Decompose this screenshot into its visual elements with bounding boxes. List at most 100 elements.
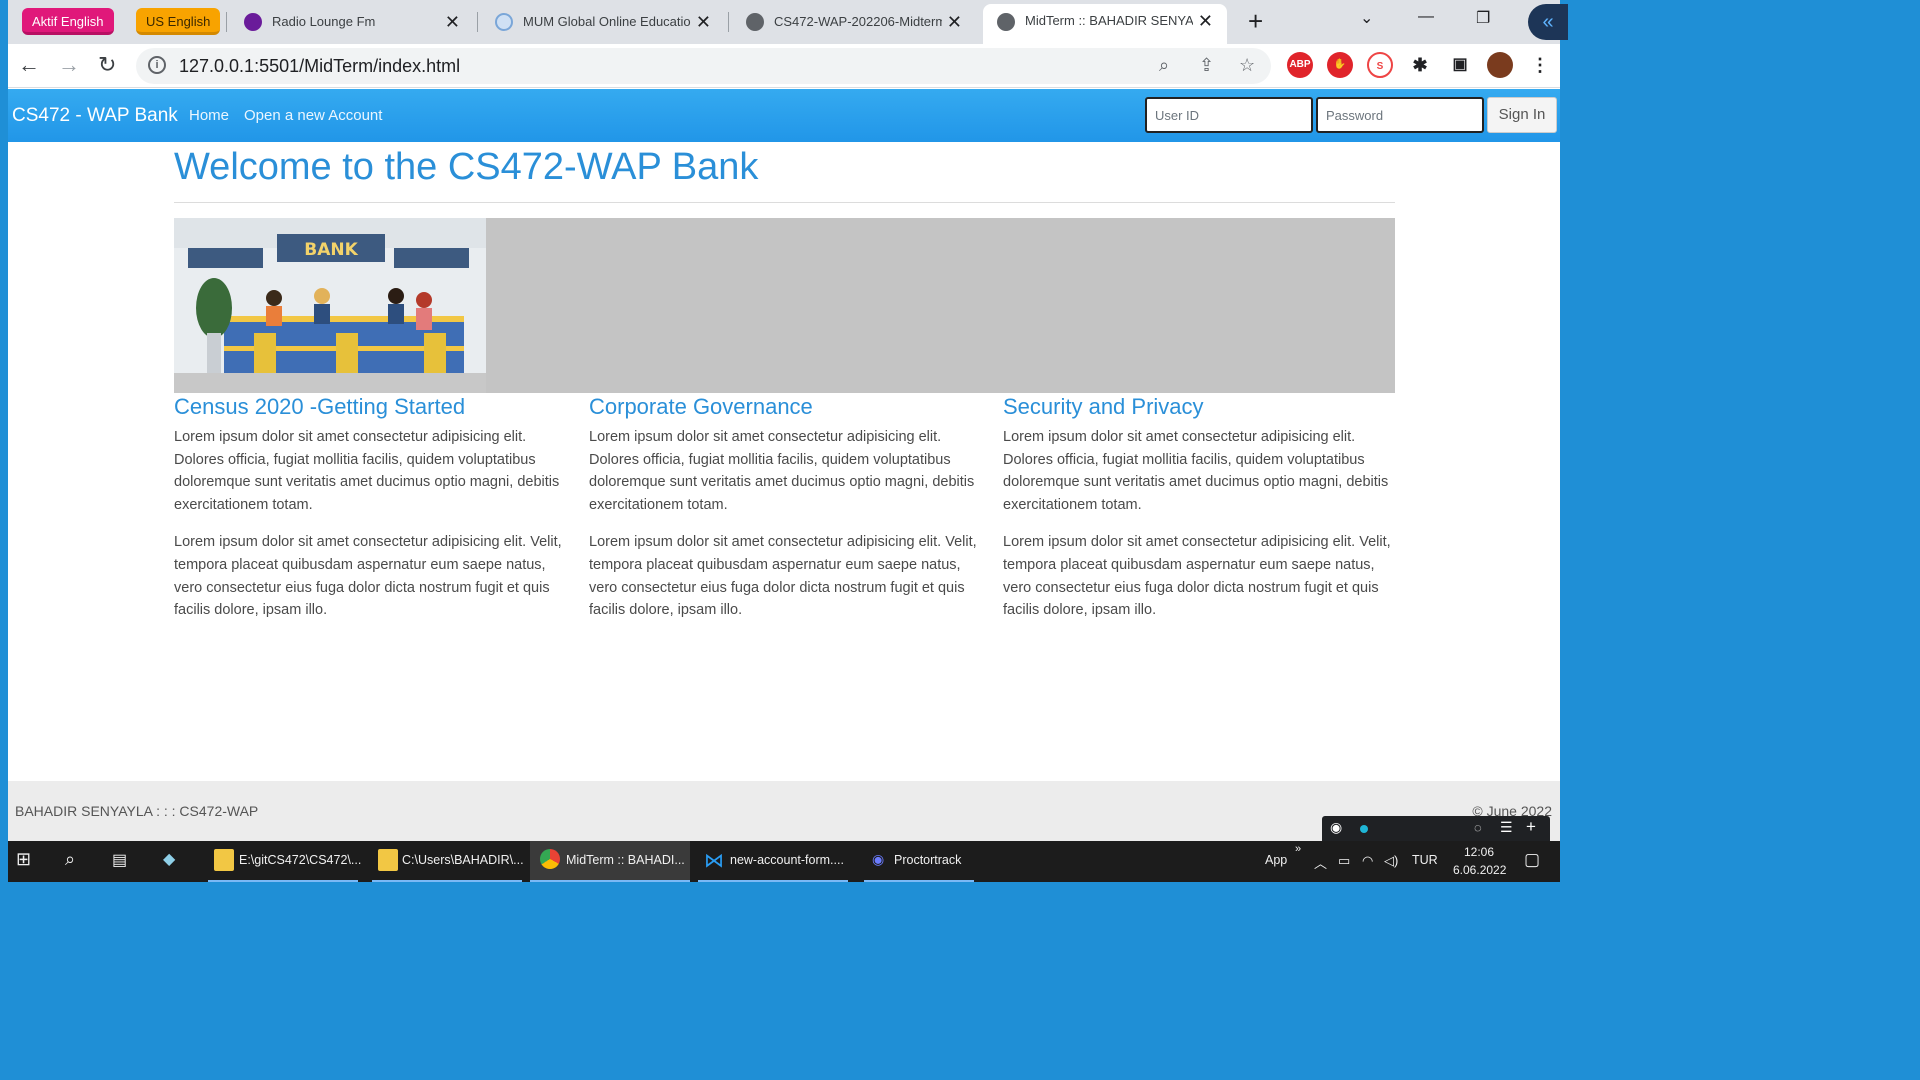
app-label[interactable]: App xyxy=(1265,853,1287,867)
tab-separator xyxy=(728,12,729,32)
bank-illustration: BANK xyxy=(174,218,486,393)
folder-icon xyxy=(378,849,398,871)
overflow-chevron-icon[interactable]: » xyxy=(1295,843,1301,855)
radio-favicon-icon xyxy=(244,13,262,31)
password-input[interactable] xyxy=(1316,97,1484,133)
task-view-icon[interactable]: ▤ xyxy=(112,850,127,870)
column-paragraph: Lorem ipsum dolor sit amet consectetur a… xyxy=(174,429,560,513)
browser-toolbar: ← → ↻ i 127.0.0.1:5501/MidTerm/index.htm… xyxy=(8,44,1560,88)
battery-icon[interactable]: ▭ xyxy=(1338,853,1350,869)
s-extension-icon[interactable]: S xyxy=(1367,52,1393,78)
status-dot-icon xyxy=(1360,825,1368,833)
wifi-icon[interactable]: ◠ xyxy=(1362,853,1373,869)
volume-icon[interactable]: ◁) xyxy=(1384,853,1398,869)
column-heading[interactable]: Census 2020 -Getting Started xyxy=(174,394,569,420)
windows-start-icon[interactable]: ⊞ xyxy=(16,849,31,870)
url-text: 127.0.0.1:5501/MidTerm/index.html xyxy=(179,56,461,76)
menu-dots-icon[interactable]: ⋮ xyxy=(1527,52,1553,78)
new-tab-button[interactable]: + xyxy=(1248,6,1263,37)
footer-author: BAHADIR SENYAYLA : : : CS472-WAP xyxy=(15,803,259,819)
extensions-puzzle-icon[interactable]: ✱ xyxy=(1407,52,1433,78)
tab-mum-global[interactable]: MUM Global Online Education ✕ xyxy=(481,6,725,38)
close-tab-icon[interactable]: ✕ xyxy=(445,6,460,38)
column-paragraph: Lorem ipsum dolor sit amet consectetur a… xyxy=(1003,429,1389,513)
column-heading[interactable]: Security and Privacy xyxy=(1003,394,1398,420)
windows-taskbar: ⊞ ⌕ ▤ ◆ E:\gitCS472\CS472\... C:\Users\B… xyxy=(8,841,1560,882)
column-census: Census 2020 -Getting Started Lorem ipsum… xyxy=(174,394,569,622)
column-paragraph: Lorem ipsum dolor sit amet consectetur a… xyxy=(589,534,977,619)
collapse-sidebar-icon[interactable]: « xyxy=(1528,4,1568,40)
globe-icon xyxy=(997,13,1015,31)
close-tab-icon[interactable]: ✕ xyxy=(947,6,962,38)
zoom-icon[interactable]: ⌕ xyxy=(1159,55,1169,76)
tray-up-icon[interactable]: ︿ xyxy=(1314,853,1327,872)
add-icon[interactable]: + xyxy=(1526,817,1536,837)
restore-icon[interactable]: ❐ xyxy=(1476,8,1490,28)
site-brand[interactable]: CS472 - WAP Bank xyxy=(12,105,178,127)
language-indicator[interactable]: TUR xyxy=(1412,853,1438,867)
clock-time[interactable]: 12:06 xyxy=(1464,845,1494,859)
app-pinned-icon[interactable]: ◆ xyxy=(163,849,175,869)
forward-arrow-icon[interactable]: → xyxy=(58,52,80,78)
tab-search-icon[interactable]: ⌄ xyxy=(1360,8,1373,28)
address-bar[interactable]: i 127.0.0.1:5501/MidTerm/index.html ⌕ ⇪ … xyxy=(136,48,1271,84)
list-icon[interactable]: ☰ xyxy=(1500,819,1513,836)
hero-banner: BANK xyxy=(174,218,1395,393)
tab-radio-lounge[interactable]: Radio Lounge Fm ✕ xyxy=(230,6,474,38)
nav-open-account-link[interactable]: Open a new Account xyxy=(244,107,382,124)
notifications-icon[interactable]: ▢ xyxy=(1524,850,1540,870)
sign-in-button[interactable]: Sign In xyxy=(1487,97,1557,133)
tab-separator xyxy=(477,12,478,32)
profile-avatar[interactable] xyxy=(1487,52,1513,78)
tab-group-aktif-english[interactable]: Aktif English xyxy=(22,8,114,35)
minimize-icon[interactable]: — xyxy=(1418,8,1434,26)
taskbar-item-explorer-1[interactable]: E:\gitCS472\CS472\... xyxy=(239,853,361,867)
clock-date[interactable]: 6.06.2022 xyxy=(1453,863,1506,877)
column-paragraph: Lorem ipsum dolor sit amet consectetur a… xyxy=(1003,534,1391,619)
column-security: Security and Privacy Lorem ipsum dolor s… xyxy=(1003,394,1398,622)
vscode-icon: ⋈ xyxy=(704,850,724,872)
taskbar-item-proctortrack[interactable]: Proctortrack xyxy=(894,853,961,867)
tab-title: MidTerm :: BAHADIR SENYAYLA xyxy=(1025,13,1193,28)
page-title: Welcome to the CS472-WAP Bank xyxy=(174,146,759,188)
column-paragraph: Lorem ipsum dolor sit amet consectetur a… xyxy=(174,534,562,619)
taskbar-indicator xyxy=(208,880,358,882)
reading-list-icon[interactable]: ▣ xyxy=(1447,52,1473,78)
site-info-icon[interactable]: i xyxy=(148,56,166,74)
close-tab-icon[interactable]: ✕ xyxy=(696,6,711,38)
adblock-icon[interactable]: ABP xyxy=(1287,52,1313,78)
nav-home-link[interactable]: Home xyxy=(189,107,229,124)
reload-icon[interactable]: ↻ xyxy=(98,52,116,78)
taskbar-indicator xyxy=(698,880,848,882)
bookmark-star-icon[interactable]: ☆ xyxy=(1239,55,1255,76)
user-id-input[interactable] xyxy=(1145,97,1313,133)
proctortrack-icon: ◉ xyxy=(872,851,885,867)
chrome-icon xyxy=(540,849,560,869)
tab-separator xyxy=(226,12,227,32)
tab-title: Radio Lounge Fm xyxy=(272,14,376,29)
site-navbar: CS472 - WAP Bank Home Open a new Account… xyxy=(8,89,1560,142)
bank-sign: BANK xyxy=(304,240,358,260)
taskbar-indicator xyxy=(864,880,974,882)
tab-group-us-english[interactable]: US English xyxy=(136,8,221,35)
taskbar-item-explorer-2[interactable]: C:\Users\BAHADIR\... xyxy=(402,853,524,867)
tab-cs472-midterm[interactable]: CS472-WAP-202206-MidtermE ✕ xyxy=(732,6,976,38)
tab-strip: Aktif English US English Radio Lounge Fm… xyxy=(8,0,1560,44)
stop-hand-icon[interactable]: ✋ xyxy=(1327,52,1353,78)
globe-icon xyxy=(746,13,764,31)
column-paragraph: Lorem ipsum dolor sit amet consectetur a… xyxy=(589,429,975,513)
column-heading[interactable]: Corporate Governance xyxy=(589,394,984,420)
eye-icon[interactable]: ◉ xyxy=(1330,819,1342,836)
tab-midterm-active[interactable]: MidTerm :: BAHADIR SENYAYLA ✕ xyxy=(983,4,1227,44)
tab-title: MUM Global Online Education xyxy=(523,14,691,29)
tab-title: CS472-WAP-202206-MidtermE xyxy=(774,14,942,29)
back-arrow-icon[interactable]: ← xyxy=(18,52,40,78)
close-tab-icon[interactable]: ✕ xyxy=(1198,4,1213,38)
proctortrack-overlay: ◉ ◌ ☰ + xyxy=(1322,816,1550,842)
taskbar-item-vscode[interactable]: new-account-form.... xyxy=(730,853,844,867)
share-icon[interactable]: ⇪ xyxy=(1199,55,1214,76)
taskbar-item-chrome[interactable]: MidTerm :: BAHADI... xyxy=(566,853,685,867)
divider xyxy=(174,202,1395,203)
chat-icon[interactable]: ◌ xyxy=(1474,820,1482,835)
search-icon[interactable]: ⌕ xyxy=(65,849,75,870)
